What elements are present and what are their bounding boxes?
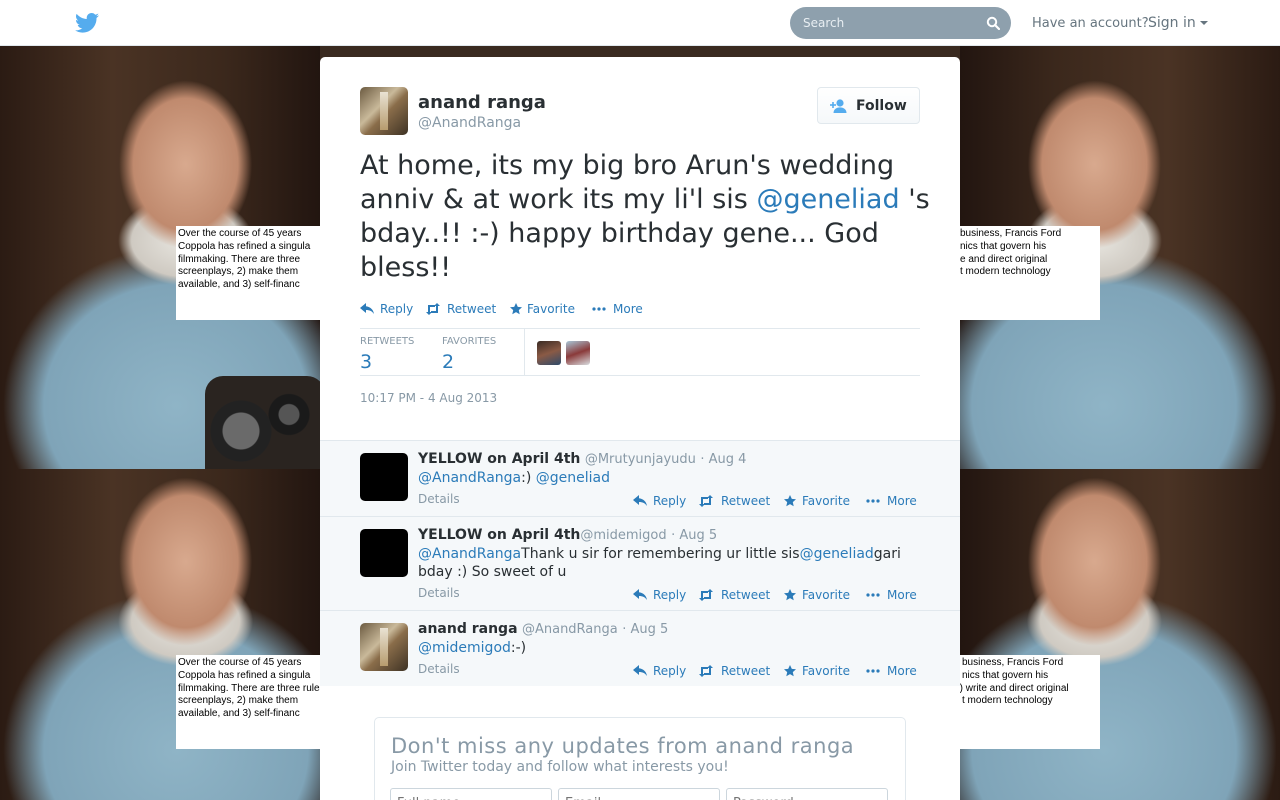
retweet-icon [699,589,713,601]
search-input[interactable] [790,7,970,39]
retweet-icon [426,303,440,315]
reply-header: anand ranga @AnandRanga · Aug 5 [418,621,668,637]
reply-text: @midemigod:-) [418,640,527,656]
author-fullname[interactable]: anand ranga [418,92,546,113]
reply-time[interactable]: · Aug 5 [671,528,717,543]
ellipsis-icon [866,593,880,597]
twitter-bird-icon[interactable] [75,13,99,33]
avatar[interactable] [360,453,408,501]
star-icon [510,303,522,315]
permalink-tweet-card: anand ranga @AnandRanga Follow At home, … [320,57,960,800]
sign-in-label: Sign in [1148,15,1196,31]
avatar[interactable] [360,529,408,577]
favorites-count[interactable]: 2 [442,351,454,373]
background-caption: business, Francis Ford nics that govern h… [960,226,1100,320]
star-icon [784,665,796,677]
mention-link[interactable]: @geneliad [800,546,874,562]
reply-actions: Reply Retweet Favorite More [633,588,933,606]
tweet-stats: RETWEETS 3 FAVORITES 2 [360,328,920,376]
follow-button[interactable]: Follow [817,87,920,124]
details-link[interactable]: Details [418,492,460,506]
stats-divider [524,329,525,376]
favoriter-avatar[interactable] [566,341,590,365]
background-caption: business, Francis Ford nics that govern h… [960,655,1100,749]
top-navigation-bar: Have an account? Sign in [0,0,1280,46]
signup-prompt: Don't miss any updates from anand ranga … [374,717,906,800]
sign-in-dropdown[interactable]: Sign in [1148,15,1208,31]
background-caption: Over the course of 45 years Coppola has r… [176,226,320,320]
details-link[interactable]: Details [418,586,460,600]
background-photo [960,469,1280,800]
reply-author-name[interactable]: YELLOW on April 4th [418,527,580,543]
replies-list: YELLOW on April 4th @Mrutyunjayudu · Aug… [320,440,960,686]
reply-author-name[interactable]: YELLOW on April 4th [418,451,580,467]
mention-link[interactable]: @geneliad [756,184,899,215]
favorites-label: FAVORITES [442,336,497,347]
tweet-timestamp[interactable]: 10:17 PM - 4 Aug 2013 [360,391,497,405]
reply-text: @AnandRanga:) @geneliad [418,470,611,486]
password-field[interactable] [726,788,888,800]
search-icon[interactable] [986,16,1000,30]
follow-user-icon [830,99,847,113]
reply-icon [633,589,647,600]
reply-header: YELLOW on April 4th@midemigod · Aug 5 [418,527,717,543]
full-name-field[interactable] [390,788,552,800]
avatar[interactable] [360,623,408,671]
reply-icon [633,665,647,676]
mention-link[interactable]: @AnandRanga [418,546,521,562]
avatar[interactable] [360,87,408,135]
search-box [790,7,1011,39]
have-account-text: Have an account? [1032,16,1149,31]
reply-time[interactable]: · Aug 5 [622,622,668,637]
background-caption: Over the course of 45 years Coppola has r… [176,655,320,749]
tweet-actions: Reply Retweet Favorite More [360,302,920,320]
reply-tweet[interactable]: YELLOW on April 4th @Mrutyunjayudu · Aug… [320,440,960,516]
mention-link[interactable]: @AnandRanga [418,470,521,486]
follow-label: Follow [856,97,907,114]
reply-tweet[interactable]: anand ranga @AnandRanga · Aug 5 @midemig… [320,610,960,686]
star-icon [784,589,796,601]
reply-actions: Reply Retweet Favorite More [633,664,933,682]
tweet-text: At home, its my big bro Arun's wedding a… [360,150,930,283]
retweets-count[interactable]: 3 [360,351,372,373]
signup-subheading: Join Twitter today and follow what inter… [391,759,729,775]
reply-author-handle[interactable]: @AnandRanga [522,622,618,637]
caret-down-icon [1199,21,1208,25]
reply-author-name[interactable]: anand ranga [418,621,518,637]
ellipsis-icon [592,307,606,311]
reply-header: YELLOW on April 4th @Mrutyunjayudu · Aug… [418,451,746,467]
retweet-icon [699,665,713,677]
reply-text: @AnandRangaThank u sir for remembering u… [418,546,901,580]
reply-icon [633,495,647,506]
reply-author-handle[interactable]: @midemigod [580,528,666,543]
ellipsis-icon [866,669,880,673]
reply-time[interactable]: · Aug 4 [700,452,746,467]
details-link[interactable]: Details [418,662,460,676]
ellipsis-icon [866,499,880,503]
retweet-icon [699,495,713,507]
mention-link[interactable]: @geneliad [536,470,610,486]
background-photo [0,469,320,800]
mention-link[interactable]: @midemigod [418,640,511,656]
retweets-label: RETWEETS [360,336,415,347]
reply-tweet[interactable]: YELLOW on April 4th@midemigod · Aug 5 @A… [320,516,960,610]
reply-actions: Reply Retweet Favorite More [633,494,933,512]
favoriter-avatar[interactable] [537,341,561,365]
reply-author-handle[interactable]: @Mrutyunjayudu [585,452,696,467]
reply-icon [360,303,374,314]
author-screen-name[interactable]: @AnandRanga [418,115,521,131]
email-field[interactable] [558,788,720,800]
star-icon [784,495,796,507]
signup-heading: Don't miss any updates from anand ranga [391,734,855,758]
